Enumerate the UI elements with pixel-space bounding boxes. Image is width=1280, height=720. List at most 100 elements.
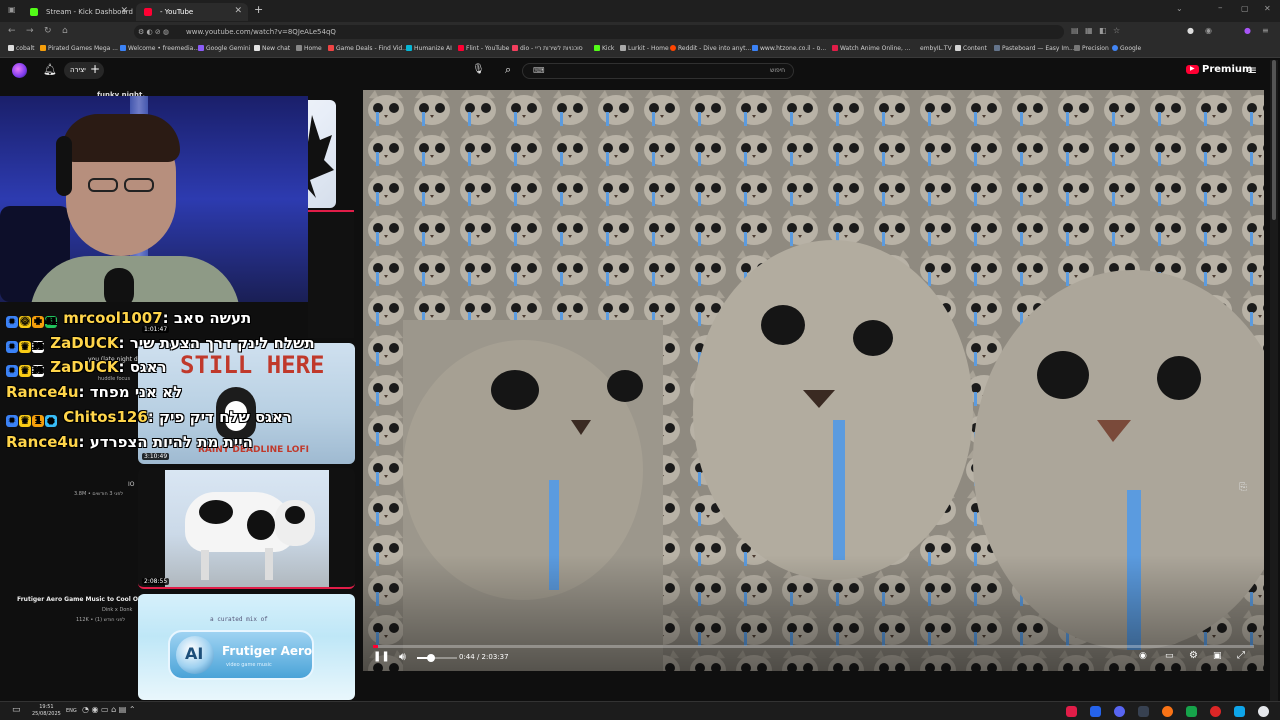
bookmark-star-icon[interactable]: ☆: [1113, 26, 1120, 35]
close-tab-icon[interactable]: ✕: [120, 6, 128, 16]
video-title[interactable]: IO: [128, 481, 135, 488]
app-icon[interactable]: [1066, 706, 1077, 717]
avatar[interactable]: [12, 63, 27, 78]
bookmark-item[interactable]: Game Deals - Find Vid...: [328, 45, 408, 52]
extension-icon[interactable]: ●: [1244, 26, 1251, 35]
bookmarks-bar: cobalt Pirated Games Mega ... Welcome • …: [0, 42, 1280, 58]
maximize-icon[interactable]: ▢: [1241, 4, 1249, 13]
sidebar-toggle-icon[interactable]: ▣: [8, 5, 16, 14]
firefox-icon[interactable]: [1162, 706, 1173, 717]
tab-youtube[interactable]: - YouTube ✕: [136, 3, 248, 21]
minimize-icon[interactable]: –: [1218, 3, 1223, 13]
cast-icon[interactable]: ⎘: [1239, 482, 1247, 493]
forward-icon[interactable]: →: [26, 26, 34, 36]
bookmark-item[interactable]: dio - סוכנויות לשירות ריי: [512, 45, 583, 52]
chat-badge-icon: ✦: [6, 415, 18, 427]
bookmark-item[interactable]: Pasteboard — Easy Im...: [994, 45, 1075, 52]
microphone-icon[interactable]: 🎙︎: [472, 64, 485, 75]
back-icon[interactable]: ←: [8, 26, 16, 36]
menu-icon[interactable]: ≡: [1262, 26, 1269, 35]
chat-badge-icon: ♛: [19, 415, 31, 427]
chat-badge-icon: 1: [32, 415, 44, 427]
bookmark-item[interactable]: Pirated Games Mega ...: [40, 45, 118, 52]
extension-icon[interactable]: ◧: [1099, 26, 1107, 35]
progress-bar[interactable]: [373, 645, 1254, 648]
create-button[interactable]: יצירה +: [64, 62, 104, 79]
pause-icon[interactable]: ❚❚: [373, 651, 390, 662]
scrollbar-thumb[interactable]: [1272, 60, 1276, 220]
streamer-hair: [62, 114, 180, 162]
chat-text: ראגס: [129, 358, 167, 376]
bookmark-item[interactable]: Google Gemini: [198, 45, 250, 52]
app-icon[interactable]: [1258, 706, 1269, 717]
notifications-icon[interactable]: ▭: [12, 705, 21, 715]
bookmark-folder[interactable]: Content: [955, 45, 987, 52]
chat-badge-icon: ☺: [19, 316, 31, 328]
subtitles-icon[interactable]: ▭: [1165, 651, 1174, 661]
video-thumbnail[interactable]: [308, 210, 354, 338]
new-tab-icon[interactable]: +: [254, 3, 263, 16]
browser-tab-bar: ▣ Stream - Kick Dashboard ✕ - YouTube ✕ …: [0, 0, 1280, 22]
settings-gear-icon[interactable]: ⚙: [1189, 650, 1198, 661]
keyboard-icon[interactable]: ⌨: [533, 66, 545, 75]
bookmark-item[interactable]: Google: [1112, 45, 1141, 52]
bookmark-item[interactable]: Lurkit - Home: [620, 45, 669, 52]
bookmark-item[interactable]: Precision: [1074, 45, 1109, 52]
bookmark-item[interactable]: Home: [296, 45, 322, 52]
volume-slider[interactable]: [417, 654, 457, 662]
bookmark-item[interactable]: New chat: [254, 45, 290, 52]
video-thumbnail[interactable]: a curated mix of AI Frutiger Aero video …: [138, 594, 355, 700]
close-tab-icon[interactable]: ✕: [234, 6, 242, 16]
tray-icons[interactable]: ◔ ◉ ▭ ⌂ ▤ ⌃: [82, 705, 136, 714]
bookmark-item[interactable]: www.htzone.co.il - ס...: [752, 45, 826, 52]
bookmark-item[interactable]: Welcome • freemedia...: [120, 45, 199, 52]
bookmark-item[interactable]: Humanize AI: [406, 45, 452, 52]
app-icon[interactable]: [1210, 706, 1221, 717]
volume-icon[interactable]: 🔊︎: [399, 650, 406, 664]
close-window-icon[interactable]: ✕: [1264, 4, 1271, 13]
language-indicator[interactable]: ENG: [66, 708, 77, 714]
app-icon[interactable]: [1186, 706, 1197, 717]
video-thumbnail[interactable]: 2:08:55: [138, 468, 355, 589]
clock-date: 25/08/2025: [32, 711, 61, 717]
extension-icon[interactable]: ◉: [1205, 26, 1212, 35]
bookmark-item[interactable]: Watch Anime Online, ...: [832, 45, 911, 52]
extension-icon[interactable]: ●: [1187, 26, 1194, 35]
tab-list-icon[interactable]: ⌄: [1176, 4, 1183, 13]
tab-kick-dashboard[interactable]: Stream - Kick Dashboard ✕: [22, 3, 134, 21]
reload-icon[interactable]: ↻: [44, 26, 52, 36]
notifications-bell-icon[interactable]: 🔔︎: [43, 63, 57, 76]
video-title[interactable]: Frutiger Aero Game Music to Cool Off: [17, 596, 143, 603]
fullscreen-icon[interactable]: ⤢: [1237, 650, 1245, 661]
clock[interactable]: 19:51 25/08/2025: [32, 704, 61, 718]
premium-label: Premium: [1202, 64, 1253, 75]
bookmark-item[interactable]: Kick: [594, 45, 614, 52]
home-icon[interactable]: ⌂: [62, 26, 68, 36]
video-player[interactable]: ❚❚ 🔊︎ 0:44 / 2:03:37 ◉ ▭ ⚙ ▣ ⤢ ⎘: [363, 90, 1264, 671]
app-icon[interactable]: [1234, 706, 1245, 717]
address-bar[interactable]: ⚙ ◐ ⊘ ◍ www.youtube.com/watch?v=8QJeALe5…: [134, 25, 1064, 39]
extension-icon[interactable]: ▤: [1071, 26, 1079, 35]
bookmark-item[interactable]: embyIL.TV: [920, 45, 952, 52]
search-input[interactable]: ⌨ חיפוש: [522, 63, 794, 79]
extension-icon[interactable]: ▦: [1085, 26, 1093, 35]
scrollbar[interactable]: [1270, 60, 1278, 701]
streamer-shirt: [30, 256, 240, 302]
guide-menu-icon[interactable]: ≡: [1247, 63, 1257, 77]
chat-username: mrcool1007: [63, 309, 163, 327]
bookmark-item[interactable]: Reddit - Dive into anyt...: [670, 45, 751, 52]
autoplay-toggle-icon[interactable]: ◉: [1139, 651, 1147, 661]
discord-icon[interactable]: [1114, 706, 1125, 717]
site-info-icon[interactable]: ⚙ ◐ ⊘ ◍: [138, 25, 169, 39]
search-button[interactable]: ⌕: [500, 62, 522, 80]
channel-name[interactable]: Dink x Donk: [102, 607, 132, 613]
bookmark-item[interactable]: cobalt: [8, 45, 34, 52]
chat-username: ZaDUCK: [50, 334, 119, 352]
plus-icon: +: [90, 62, 101, 76]
bookmark-item[interactable]: Flint - YouTube: [458, 45, 509, 52]
app-icon[interactable]: [1138, 706, 1149, 717]
app-icon[interactable]: [1090, 706, 1101, 717]
volume-knob[interactable]: [427, 654, 435, 662]
miniplayer-icon[interactable]: ▣: [1213, 651, 1222, 661]
cow-image: [165, 470, 329, 587]
